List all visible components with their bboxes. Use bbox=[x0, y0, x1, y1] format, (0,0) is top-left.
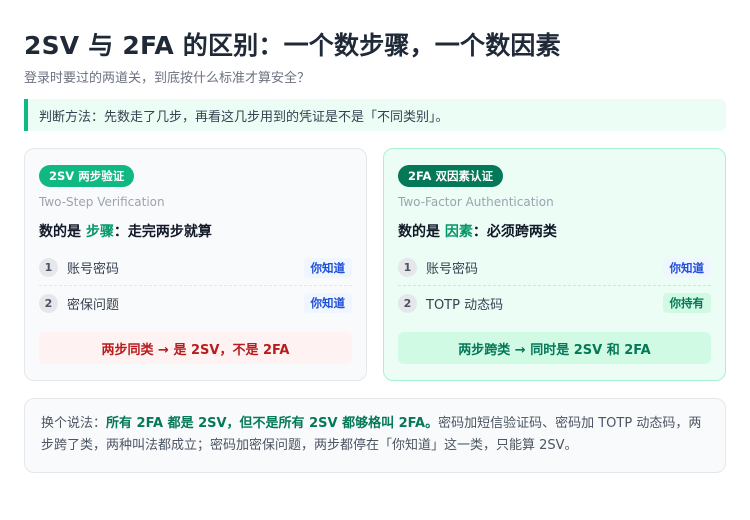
rule-2sv: 数的是 步骤：走完两步就算 bbox=[39, 221, 352, 241]
rule-suffix: ：走完两步就算 bbox=[113, 224, 212, 240]
rule-prefix: 数的是 bbox=[398, 224, 440, 240]
note-prefix: 换个说法： bbox=[41, 416, 107, 431]
step-label: 账号密码 bbox=[426, 262, 479, 277]
factor-tag: 你知道 bbox=[303, 257, 352, 278]
rule-suffix: ：必须跨两类 bbox=[472, 224, 557, 240]
factor-tag: 你知道 bbox=[303, 293, 352, 313]
method-callout: 判断方法：先数走了几步，再看这几步用到的凭证是不是「不同类别」。 bbox=[24, 99, 726, 131]
rule-prefix: 数的是 bbox=[39, 224, 81, 240]
verdict-2sv: 两步同类 → 是 2SV，不是 2FA bbox=[39, 332, 352, 364]
step-number: 2 bbox=[39, 293, 58, 313]
step-label: 密保问题 bbox=[67, 297, 120, 313]
steps-list-2sv: 1 账号密码 你知道 2 密保问题 你知道 bbox=[39, 250, 352, 320]
step-number: 1 bbox=[398, 258, 417, 277]
step-row: 2 密保问题 你知道 bbox=[39, 285, 352, 320]
factor-tag: 你持有 bbox=[662, 293, 711, 313]
factor-tag: 你知道 bbox=[662, 257, 711, 278]
step-row: 1 账号密码 你知道 bbox=[39, 250, 352, 285]
english-name-2sv: Two-Step Verification bbox=[39, 195, 165, 209]
english-name-2fa: Two-Factor Authentication bbox=[398, 195, 554, 209]
rule-highlight: 步骤 bbox=[85, 224, 114, 240]
step-label: TOTP 动态码 bbox=[426, 297, 504, 313]
rule-2fa: 数的是 因素：必须跨两类 bbox=[398, 221, 711, 241]
step-row: 2 TOTP 动态码 你持有 bbox=[398, 285, 711, 320]
rule-highlight: 因素 bbox=[444, 224, 473, 240]
page-subtitle: 登录时要过的两道关，到底按什么标准才算安全？ bbox=[24, 71, 311, 86]
badge-2fa: 2FA 双因素认证 bbox=[398, 165, 503, 187]
card-2sv: 2SV 两步验证 Two-Step Verification 数的是 步骤：走完… bbox=[24, 148, 367, 381]
page-title: 2SV 与 2FA 的区别：一个数步骤，一个数因素 bbox=[24, 31, 561, 60]
verdict-2fa: 两步跨类 → 同时是 2SV 和 2FA bbox=[398, 332, 711, 364]
step-number: 1 bbox=[39, 258, 58, 277]
step-number: 2 bbox=[398, 293, 417, 313]
badge-2sv: 2SV 两步验证 bbox=[39, 165, 135, 187]
steps-list-2fa: 1 账号密码 你知道 2 TOTP 动态码 你持有 bbox=[398, 250, 711, 320]
step-label: 账号密码 bbox=[67, 262, 120, 277]
card-2fa: 2FA 双因素认证 Two-Factor Authentication 数的是 … bbox=[383, 148, 726, 381]
callout-text: 判断方法：先数走了几步，再看这几步用到的凭证是不是「不同类别」。 bbox=[39, 109, 449, 125]
step-row: 1 账号密码 你知道 bbox=[398, 250, 711, 285]
note-emphasis: 所有 2FA 都是 2SV，但不是所有 2SV 都够格叫 2FA。 bbox=[106, 416, 439, 431]
summary-note: 换个说法：所有 2FA 都是 2SV，但不是所有 2SV 都够格叫 2FA。密码… bbox=[24, 398, 726, 473]
